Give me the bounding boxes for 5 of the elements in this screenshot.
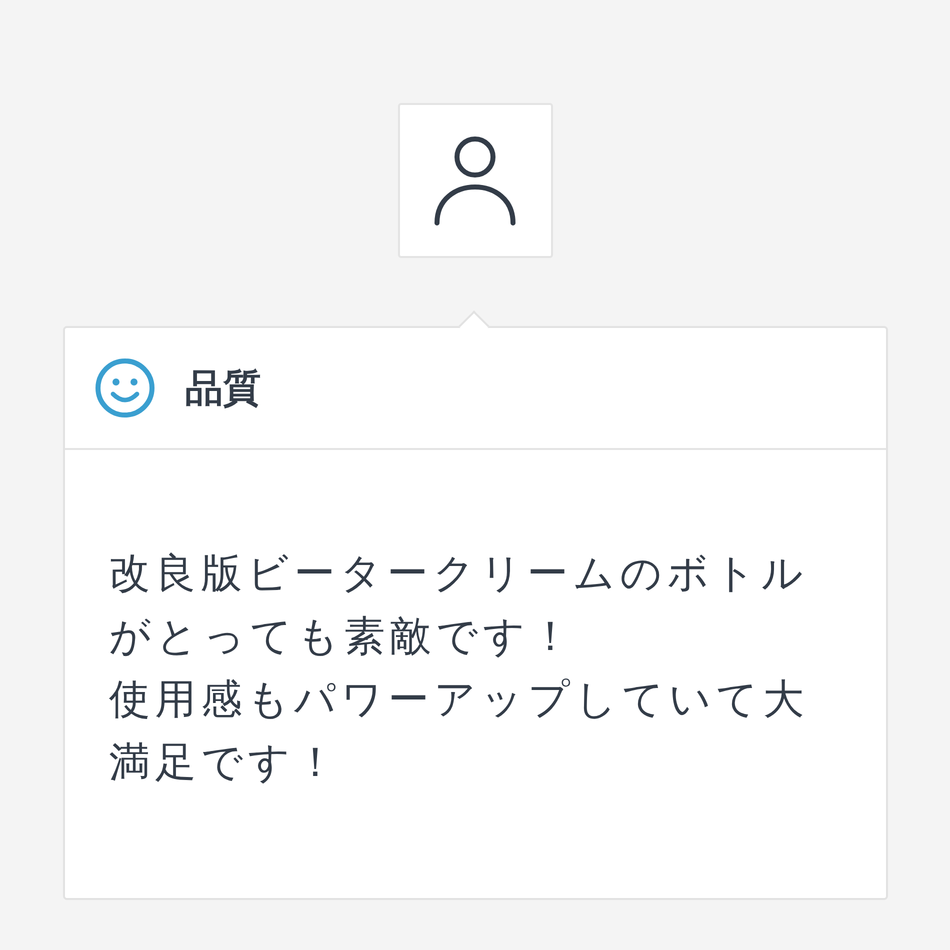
- popover-title: 品質: [185, 364, 261, 412]
- review-text: 使用感もパワーアップしていて大満足です！: [109, 674, 810, 788]
- review-text: 改良版ビータークリームのボトルがとっても素敵です！: [109, 548, 809, 662]
- smiley-icon: [95, 358, 155, 418]
- user-icon: [433, 134, 517, 226]
